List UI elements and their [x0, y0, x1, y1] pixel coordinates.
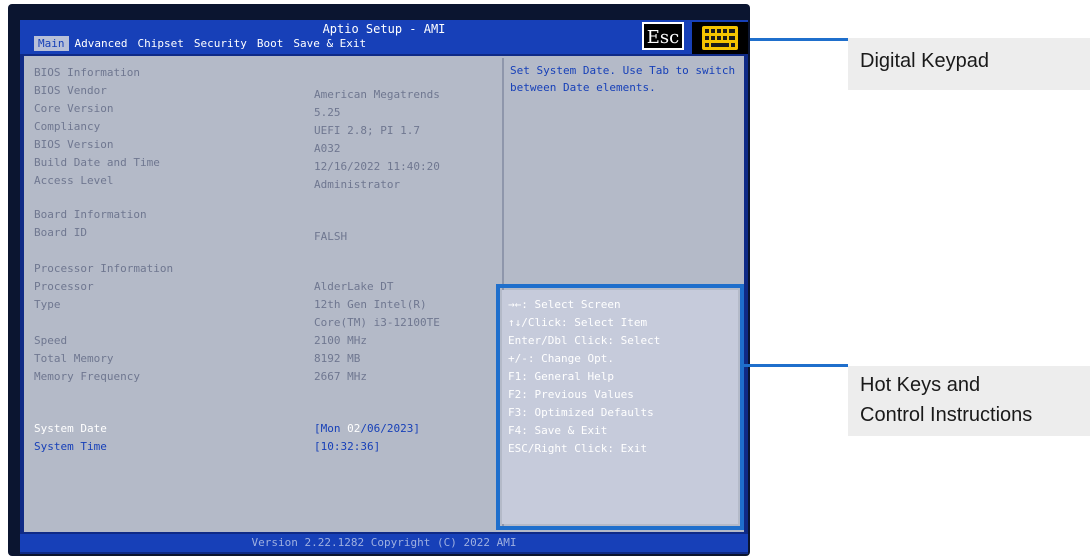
- tab-save-exit[interactable]: Save & Exit: [289, 36, 370, 51]
- value-memory-frequency: 2667 MHz: [314, 370, 367, 383]
- hotkeys-callout-line: [744, 364, 848, 367]
- keypad-icon[interactable]: [692, 22, 748, 54]
- tab-chipset[interactable]: Chipset: [133, 36, 187, 51]
- label-compliancy: Compliancy: [34, 120, 101, 133]
- label-system-time[interactable]: System Time: [34, 440, 107, 453]
- hotkeys-panel: →←: Select Screen ↑↓/Click: Select Item …: [502, 290, 738, 524]
- label-memory-frequency: Memory Frequency: [34, 370, 140, 383]
- info-panel: BIOS Information BIOS Vendor American Me…: [26, 58, 500, 530]
- date-prefix: [Mon: [314, 422, 348, 435]
- menu-bar: Main Advanced Chipset Security Boot Save…: [34, 36, 372, 51]
- tab-security[interactable]: Security: [190, 36, 251, 51]
- keypad-callout-line: [750, 38, 848, 41]
- label-bios-information: BIOS Information: [34, 66, 140, 79]
- label-build-date: Build Date and Time: [34, 156, 160, 169]
- label-processor-information: Processor Information: [34, 262, 174, 275]
- value-type-line1: 12th Gen Intel(R): [314, 298, 427, 311]
- label-bios-version: BIOS Version: [34, 138, 114, 151]
- label-access-level: Access Level: [34, 174, 114, 187]
- hotkeys-highlight-box: →←: Select Screen ↑↓/Click: Select Item …: [496, 284, 744, 530]
- date-selected-month[interactable]: 02: [347, 422, 360, 435]
- value-system-time[interactable]: [10:32:36]: [314, 440, 380, 453]
- hotkeys-callout-label: Hot Keys and Control Instructions: [848, 366, 1090, 436]
- value-system-date[interactable]: [Mon 02/06/2023]: [314, 422, 420, 435]
- label-board-information: Board Information: [34, 208, 147, 221]
- hotkey-select-screen: →←: Select Screen: [508, 298, 621, 311]
- help-text: Set System Date. Use Tab to switch betwe…: [510, 64, 736, 94]
- hotkeys-callout-line1: Hot Keys and: [860, 374, 981, 396]
- value-total-memory: 8192 MB: [314, 352, 361, 365]
- label-processor: Processor: [34, 280, 94, 293]
- label-core-version: Core Version: [34, 102, 114, 115]
- tab-advanced[interactable]: Advanced: [71, 36, 132, 51]
- label-board-id: Board ID: [34, 226, 87, 239]
- hotkey-previous-values: F2: Previous Values: [508, 388, 634, 401]
- hotkey-optimized-defaults: F3: Optimized Defaults: [508, 406, 654, 419]
- label-total-memory: Total Memory: [34, 352, 114, 365]
- value-build-date: 12/16/2022 11:40:20: [314, 160, 440, 173]
- value-access-level: Administrator: [314, 178, 401, 191]
- hotkey-change-opt: +/-: Change Opt.: [508, 352, 614, 365]
- title-bar: Aptio Setup - AMI Main Advanced Chipset …: [20, 20, 748, 54]
- bios-title: Aptio Setup - AMI: [322, 22, 446, 36]
- tab-boot[interactable]: Boot: [253, 36, 288, 51]
- keypad-callout-text: Digital Keypad: [860, 50, 989, 72]
- hotkey-save-exit: F4: Save & Exit: [508, 424, 608, 437]
- label-type: Type: [34, 298, 61, 311]
- tab-main[interactable]: Main: [34, 36, 69, 51]
- version-text: Version 2.22.1282 Copyright (C) 2022 AMI: [251, 536, 517, 549]
- hotkey-select: Enter/Dbl Click: Select: [508, 334, 661, 347]
- esc-button[interactable]: Esc: [642, 22, 684, 50]
- keypad-callout-label: Digital Keypad: [848, 38, 1090, 90]
- label-bios-vendor: BIOS Vendor: [34, 84, 107, 97]
- value-board-id: FALSH: [314, 230, 348, 243]
- value-bios-version: A032: [314, 142, 341, 155]
- date-suffix: /06/2023]: [360, 422, 420, 435]
- value-speed: 2100 MHz: [314, 334, 367, 347]
- value-compliancy: UEFI 2.8; PI 1.7: [314, 124, 420, 137]
- value-processor: AlderLake DT: [314, 280, 394, 293]
- hotkey-select-item: ↑↓/Click: Select Item: [508, 316, 648, 329]
- keypad-glyph-icon: [702, 26, 738, 50]
- hotkey-general-help: F1: General Help: [508, 370, 614, 383]
- hotkeys-callout-line2: Control Instructions: [860, 404, 1033, 426]
- value-type-line2: Core(TM) i3-12100TE: [314, 316, 440, 329]
- label-speed: Speed: [34, 334, 68, 347]
- value-core-version: 5.25: [314, 106, 341, 119]
- label-system-date[interactable]: System Date: [34, 422, 107, 435]
- hotkey-exit: ESC/Right Click: Exit: [508, 442, 648, 455]
- footer-bar: Version 2.22.1282 Copyright (C) 2022 AMI: [20, 534, 748, 552]
- value-bios-vendor: American Megatrends: [314, 88, 440, 101]
